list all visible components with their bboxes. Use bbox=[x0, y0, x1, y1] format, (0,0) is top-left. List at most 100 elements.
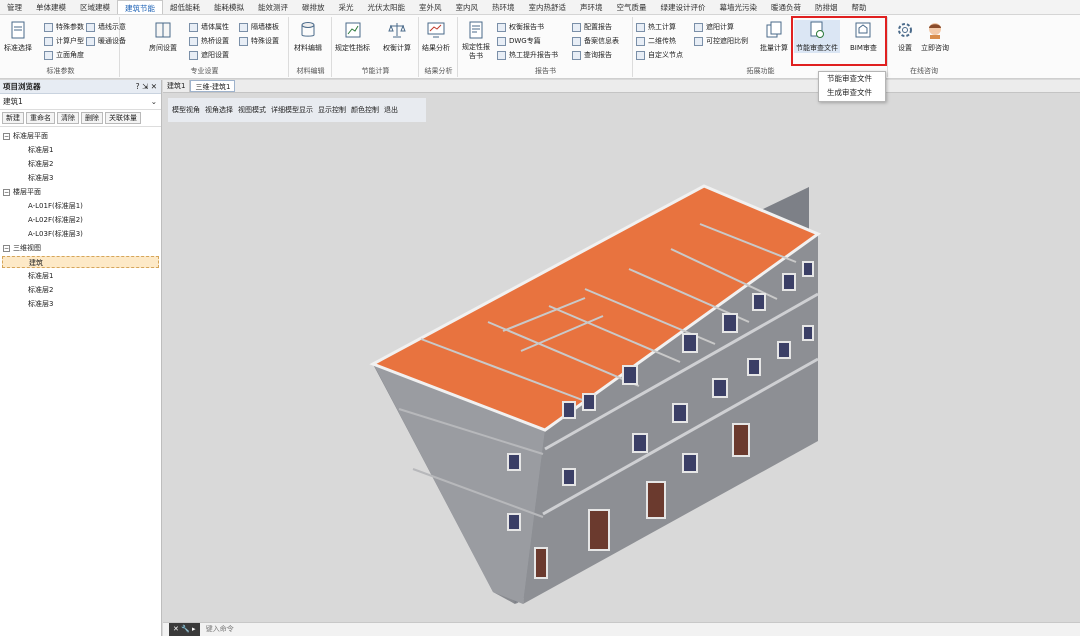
menu-14[interactable]: 声环境 bbox=[573, 0, 610, 14]
tree-node[interactable]: 标准层2 bbox=[28, 284, 53, 296]
shading-settings-button[interactable]: 遮阳设置 bbox=[189, 49, 229, 61]
menu-13[interactable]: 室内热舒适 bbox=[522, 0, 574, 14]
tree-node[interactable]: 标准层1 bbox=[28, 270, 53, 282]
tree-node[interactable]: 标准层3 bbox=[28, 172, 53, 184]
tree-node[interactable]: 标准层2 bbox=[28, 158, 53, 170]
panel-button-2[interactable]: 清除 bbox=[57, 112, 79, 124]
thermal-calc-button[interactable]: 热工计算 bbox=[636, 21, 676, 33]
view-tab-1[interactable]: 三维-建筑1 bbox=[190, 80, 236, 92]
filing-info-button[interactable]: 备案信息表 bbox=[572, 35, 619, 47]
config-report-button[interactable]: 配置报告 bbox=[572, 21, 612, 33]
menu-10[interactable]: 室外风 bbox=[412, 0, 449, 14]
view-tool-1[interactable]: 视角选择 bbox=[205, 105, 233, 115]
view-tool-5[interactable]: 颜色控制 bbox=[351, 105, 379, 115]
status-bar: ✕ 🔧 ▸ 键入命令 bbox=[163, 622, 1080, 636]
menu-7[interactable]: 碳排放 bbox=[295, 0, 332, 14]
menu-bar: 管理 单体建模 区域建模 建筑节能 超低能耗 能耗模拟 能效测评 碳排放 采光 光伏太阳能 室外风室… bbox=[0, 0, 1080, 15]
view-tool-3[interactable]: 详细模型显示 bbox=[271, 105, 313, 115]
3d-viewport[interactable] bbox=[163, 94, 1080, 622]
menu-20[interactable]: 帮助 bbox=[845, 0, 874, 14]
wall-property-button[interactable]: 墙体属性 bbox=[189, 21, 229, 33]
tree-node[interactable]: 标准层3 bbox=[28, 298, 53, 310]
result-analysis-button[interactable]: 结果分析 bbox=[422, 20, 450, 53]
view-tool-2[interactable]: 视图模式 bbox=[238, 105, 266, 115]
special-settings-button[interactable]: 特殊设置 bbox=[239, 35, 279, 47]
panel-button-1[interactable]: 重命名 bbox=[26, 112, 55, 124]
special-params-button[interactable]: 特殊参数 bbox=[44, 21, 84, 33]
batch-calc-button[interactable]: 批量计算 bbox=[760, 20, 788, 53]
panel-controls[interactable]: ? ⇲ ✕ bbox=[136, 80, 157, 94]
controllable-shading-button[interactable]: 可控遮阳比例 bbox=[694, 35, 748, 47]
tree-node[interactable]: − 楼层平面 bbox=[3, 186, 41, 198]
view-tool-6[interactable]: 退出 bbox=[384, 105, 398, 115]
view-tool-4[interactable]: 显示控制 bbox=[318, 105, 346, 115]
tradeoff-report-button[interactable]: 权衡报告书 bbox=[497, 21, 544, 33]
tree-node[interactable]: A-L02F(标准层2) bbox=[28, 214, 83, 226]
menu-17[interactable]: 幕墙光污染 bbox=[713, 0, 765, 14]
tradeoff-calc-button[interactable]: 权衡计算 bbox=[383, 20, 411, 53]
facade-angle-button[interactable]: 立面角度 bbox=[44, 49, 84, 61]
2d-heat-transfer-button[interactable]: 二维传热 bbox=[636, 35, 676, 47]
tree-node[interactable]: 建筑 bbox=[2, 256, 159, 268]
ribbon: 标准选择 特殊参数 计算户型 立面角度 墙线示意 暖通设备 标准参数 房间设置 … bbox=[0, 15, 1080, 79]
chevron-down-icon: ⌄ bbox=[150, 97, 157, 106]
tree-node[interactable]: A-L01F(标准层1) bbox=[28, 200, 83, 212]
tree-node[interactable]: 标准层1 bbox=[28, 144, 53, 156]
menu-11[interactable]: 室内风 bbox=[449, 0, 486, 14]
material-edit-button[interactable]: 材料编辑 bbox=[294, 20, 322, 53]
tree-node[interactable]: A-L03F(标准层3) bbox=[28, 228, 83, 240]
review-file-dropdown: 节能审查文件 生成审查文件 bbox=[818, 71, 886, 102]
tree-node-label: 标准层3 bbox=[28, 300, 54, 308]
shading-calc-button[interactable]: 遮阳计算 bbox=[694, 21, 734, 33]
custom-node-button[interactable]: 自定义节点 bbox=[636, 49, 683, 61]
status-icons[interactable]: ✕ 🔧 ▸ bbox=[169, 623, 200, 636]
hvac-device-button[interactable]: 暖通设备 bbox=[86, 35, 126, 47]
thermal-bridge-button[interactable]: 热桥设置 bbox=[189, 35, 229, 47]
calc-unit-button[interactable]: 计算户型 bbox=[44, 35, 84, 47]
hvac-icon bbox=[86, 36, 95, 46]
group-label: 专业设置 bbox=[190, 67, 219, 75]
tree-node-label: 标准层平面 bbox=[13, 132, 48, 140]
menu-9[interactable]: 光伏太阳能 bbox=[361, 0, 413, 14]
dropdown-item-review-file[interactable]: 节能审查文件 bbox=[819, 72, 885, 86]
menu-5[interactable]: 能耗模拟 bbox=[207, 0, 251, 14]
menu-1[interactable]: 单体建模 bbox=[29, 0, 73, 14]
menu-3[interactable]: 建筑节能 bbox=[117, 0, 163, 14]
menu-18[interactable]: 暖通负荷 bbox=[764, 0, 808, 14]
command-input[interactable]: 键入命令 bbox=[206, 625, 234, 633]
collapse-icon[interactable]: − bbox=[3, 132, 10, 140]
panel-button-4[interactable]: 关联体量 bbox=[105, 112, 141, 124]
tree-node[interactable]: − 三维视图 bbox=[3, 242, 41, 254]
room-settings-button[interactable]: 房间设置 bbox=[149, 20, 177, 53]
menu-16[interactable]: 绿建设计评价 bbox=[654, 0, 713, 14]
prescriptive-index-button[interactable]: 规定性指标 bbox=[335, 20, 370, 53]
consult-now-button[interactable]: 立即咨询 bbox=[921, 20, 949, 53]
menu-4[interactable]: 超低能耗 bbox=[163, 0, 207, 14]
menu-0[interactable]: 管理 bbox=[0, 0, 29, 14]
dropdown-item-generate-review[interactable]: 生成审查文件 bbox=[819, 86, 885, 100]
dwg-special-button[interactable]: DWG专篇 bbox=[497, 35, 541, 47]
panel-button-3[interactable]: 删除 bbox=[81, 112, 103, 124]
menu-19[interactable]: 防排烟 bbox=[808, 0, 845, 14]
menu-8[interactable]: 采光 bbox=[332, 0, 361, 14]
wall-line-button[interactable]: 墙线示意 bbox=[86, 21, 126, 33]
collapse-icon[interactable]: − bbox=[3, 244, 10, 252]
settings-button[interactable]: 设置 bbox=[895, 20, 915, 53]
menu-12[interactable]: 热环境 bbox=[485, 0, 522, 14]
query-report-button[interactable]: 查询报告 bbox=[572, 49, 612, 61]
building-selector[interactable]: 建筑1 ⌄ bbox=[0, 94, 161, 110]
standard-select-button[interactable]: 标准选择 bbox=[4, 20, 32, 53]
prescriptive-report-button[interactable]: 规定性报告书 bbox=[461, 20, 491, 61]
view-tool-0[interactable]: 模型视角 bbox=[172, 105, 200, 115]
menu-15[interactable]: 空气质量 bbox=[610, 0, 654, 14]
collapse-icon[interactable]: − bbox=[3, 188, 10, 196]
thermal-upgrade-report-button[interactable]: 热工提升报告书 bbox=[497, 49, 558, 61]
menu-6[interactable]: 能效测评 bbox=[251, 0, 295, 14]
view-tab-0[interactable]: 建筑1 bbox=[163, 80, 191, 92]
menu-2[interactable]: 区域建模 bbox=[73, 0, 117, 14]
node-icon bbox=[636, 50, 645, 60]
tree-node-label: 楼层平面 bbox=[13, 188, 41, 196]
panel-button-0[interactable]: 新建 bbox=[2, 112, 24, 124]
tree-node[interactable]: − 标准层平面 bbox=[3, 130, 48, 142]
partition-floor-button[interactable]: 隔墙楼板 bbox=[239, 21, 279, 33]
